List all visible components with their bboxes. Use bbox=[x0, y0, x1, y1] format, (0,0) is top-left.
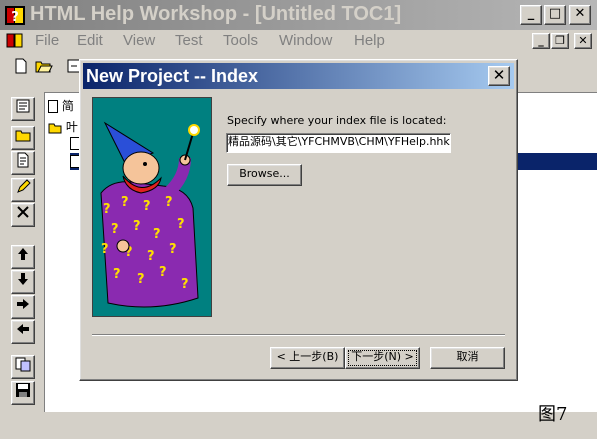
dialog-close-button[interactable]: ✕ bbox=[488, 66, 510, 86]
svg-text:?: ? bbox=[101, 242, 109, 257]
svg-text:?: ? bbox=[159, 265, 167, 280]
close-icon: ✕ bbox=[492, 66, 506, 84]
table-of-contents-properties-icon bbox=[16, 99, 30, 113]
insert-heading-button[interactable] bbox=[11, 126, 35, 150]
dialog-title-bar[interactable]: New Project -- Index ✕ bbox=[83, 63, 514, 89]
delete-x-icon bbox=[17, 206, 29, 218]
svg-text:?: ? bbox=[147, 249, 155, 264]
move-right-icon bbox=[17, 299, 29, 309]
svg-text:?: ? bbox=[11, 10, 19, 25]
toc-properties-button[interactable] bbox=[11, 97, 35, 121]
close-icon: ✕ bbox=[574, 6, 586, 21]
menu-edit[interactable]: Edit bbox=[77, 32, 103, 49]
maximize-icon: □ bbox=[548, 6, 562, 21]
index-file-path-input[interactable]: 精品源码\其它\YFCHMVB\CHM\YFHelp.hhk bbox=[226, 133, 451, 153]
menu-tools[interactable]: Tools bbox=[223, 32, 258, 49]
svg-text:?: ? bbox=[113, 267, 121, 282]
edit-entry-button[interactable] bbox=[11, 178, 35, 202]
save-button[interactable] bbox=[11, 381, 35, 405]
move-down-icon bbox=[18, 273, 28, 285]
menu-view[interactable]: View bbox=[123, 32, 155, 49]
menu-test[interactable]: Test bbox=[175, 32, 203, 49]
save-file-icon bbox=[16, 383, 30, 397]
svg-text:?: ? bbox=[153, 227, 161, 242]
menu-bar: File Edit View Test Tools Window Help _ … bbox=[0, 30, 597, 52]
book-icon bbox=[48, 123, 62, 133]
svg-text:?: ? bbox=[165, 195, 173, 210]
mdi-close-icon: ✕ bbox=[578, 34, 588, 47]
page-icon bbox=[48, 100, 58, 113]
move-left-button[interactable] bbox=[11, 320, 35, 344]
help-workshop-app-icon: ? bbox=[5, 6, 25, 25]
insert-page-icon bbox=[17, 152, 29, 168]
insert-heading-icon bbox=[15, 130, 31, 142]
main-window-title: HTML Help Workshop - [Untitled TOC1] bbox=[30, 3, 402, 25]
svg-text:?: ? bbox=[103, 202, 111, 217]
maximize-button[interactable]: □ bbox=[544, 5, 566, 25]
svg-text:?: ? bbox=[121, 195, 129, 210]
move-up-button[interactable] bbox=[11, 245, 35, 269]
dialog-title: New Project -- Index bbox=[86, 66, 259, 86]
figure-caption: 图7 bbox=[538, 404, 568, 425]
menu-help[interactable]: Help bbox=[354, 32, 385, 49]
svg-text:?: ? bbox=[111, 222, 119, 237]
svg-text:?: ? bbox=[143, 199, 151, 214]
mdi-restore-icon: ❐ bbox=[555, 34, 565, 47]
edit-pencil-icon bbox=[17, 179, 31, 193]
toc-item-label: 简 bbox=[61, 99, 74, 113]
mdi-minimize-icon: _ bbox=[538, 34, 544, 47]
minimize-icon: _ bbox=[527, 6, 535, 21]
close-button[interactable]: ✕ bbox=[569, 5, 591, 25]
view-html-source-button[interactable] bbox=[11, 355, 35, 379]
document-book-icon bbox=[6, 33, 23, 48]
move-left-icon bbox=[17, 324, 29, 334]
menu-window[interactable]: Window bbox=[279, 32, 332, 49]
insert-page-button[interactable] bbox=[11, 151, 35, 175]
new-file-icon bbox=[15, 58, 27, 74]
wizard-illustration: ???? ???? ???? ???? bbox=[92, 97, 212, 317]
open-folder-icon bbox=[35, 61, 53, 73]
next-button[interactable]: 下一步(N) > bbox=[345, 347, 420, 369]
move-down-button[interactable] bbox=[11, 270, 35, 294]
back-button[interactable]: < 上一步(B) bbox=[270, 347, 345, 369]
mdi-minimize-button[interactable]: _ bbox=[532, 33, 550, 49]
new-file-button[interactable] bbox=[10, 57, 32, 79]
svg-text:?: ? bbox=[133, 219, 141, 234]
svg-text:?: ? bbox=[177, 217, 185, 232]
move-right-button[interactable] bbox=[11, 295, 35, 319]
minimize-button[interactable]: _ bbox=[520, 5, 542, 25]
delete-entry-button[interactable] bbox=[11, 203, 35, 227]
main-window-title-bar[interactable]: ? HTML Help Workshop - [Untitled TOC1] _… bbox=[0, 0, 597, 30]
open-button[interactable] bbox=[33, 57, 55, 79]
dialog-divider bbox=[92, 334, 505, 336]
index-location-prompt: Specify where your index file is located… bbox=[227, 114, 447, 127]
svg-text:?: ? bbox=[169, 242, 177, 257]
browse-button[interactable]: Browse... bbox=[227, 164, 302, 186]
mdi-close-button[interactable]: ✕ bbox=[574, 33, 592, 49]
toc-item[interactable]: 叶 bbox=[48, 118, 78, 135]
menu-file[interactable]: File bbox=[35, 32, 59, 49]
svg-text:?: ? bbox=[137, 272, 145, 287]
mdi-restore-button[interactable]: ❐ bbox=[551, 33, 569, 49]
wizard-figure: ???? ???? ???? ???? bbox=[100, 121, 200, 308]
cancel-button[interactable]: 取消 bbox=[430, 347, 505, 369]
toc-item-label: 叶 bbox=[65, 120, 78, 134]
toc-item[interactable]: 简 bbox=[48, 97, 74, 114]
svg-text:?: ? bbox=[181, 277, 189, 292]
move-up-icon bbox=[18, 248, 28, 260]
view-html-source-icon bbox=[15, 357, 31, 372]
